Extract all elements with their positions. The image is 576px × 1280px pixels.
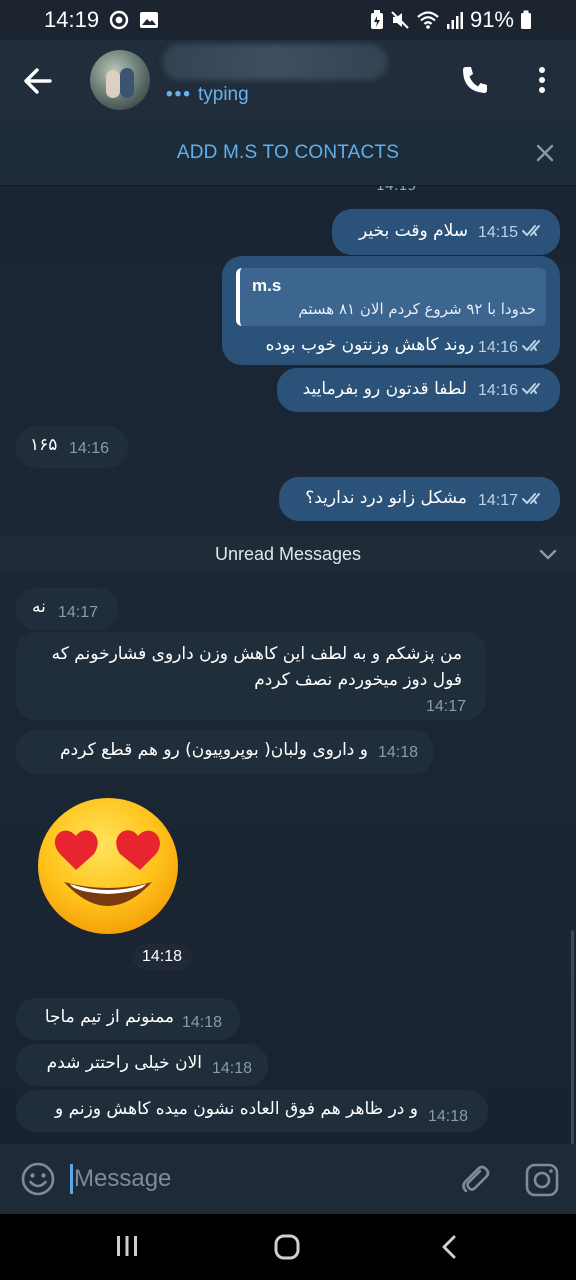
- message-input-bar: [0, 1144, 576, 1214]
- chat-area[interactable]: 14:15 سلام وقت بخیر 14:15 m.s حدودا با ۹…: [0, 186, 576, 1144]
- message-text-line: فول دوز میخوردم نصف کردم: [254, 670, 462, 690]
- incoming-message[interactable]: نه 14:17: [16, 588, 118, 630]
- incoming-message[interactable]: ممنونم از تیم ماجا 14:18: [16, 998, 240, 1040]
- screen-record-icon: [109, 10, 129, 30]
- message-text: روند کاهش وزنتون خوب بوده: [265, 335, 474, 355]
- reply-quote[interactable]: m.s حدودا با ۹۲ شروع کردم الان ۸۱ هستم: [236, 268, 546, 326]
- typing-label: typing: [197, 84, 249, 105]
- message-time: 14:15: [376, 186, 417, 194]
- camera-icon[interactable]: [524, 1162, 560, 1198]
- message-time: 14:16: [478, 339, 519, 356]
- message-time: 14:15: [478, 224, 519, 241]
- message-text-line: من پزشکم و به لطف این کاهش وزن داروی فشا…: [51, 644, 462, 664]
- incoming-message[interactable]: و در ظاهر هم فوق العاده نشون میده کاهش و…: [16, 1090, 488, 1132]
- chevron-down-icon[interactable]: [538, 546, 558, 562]
- attach-icon[interactable]: [458, 1162, 492, 1196]
- double-check-icon: [522, 223, 548, 243]
- status-bar: 14:19 91%: [0, 0, 576, 40]
- chat-header: ••• typing: [0, 40, 576, 120]
- typing-dots: •••: [166, 84, 192, 105]
- outgoing-message[interactable]: لطفا قدتون رو بفرمایید 14:16: [277, 368, 560, 412]
- incoming-message[interactable]: ۱۶۵ 14:16: [16, 426, 128, 468]
- contact-name-blurred[interactable]: [162, 44, 388, 80]
- image-icon: [139, 11, 159, 29]
- more-vert-icon[interactable]: [530, 64, 554, 96]
- system-nav-bar: [0, 1214, 576, 1280]
- text-cursor: [70, 1164, 73, 1194]
- message-time: 14:18: [378, 744, 419, 761]
- back-icon[interactable]: [440, 1234, 458, 1260]
- phone-icon[interactable]: [460, 64, 490, 96]
- message-time: 14:18: [212, 1060, 253, 1077]
- message-text: الان خیلی راحتتر شدم: [46, 1053, 202, 1073]
- message-time: 14:18: [182, 1014, 223, 1031]
- message-time: 14:16: [478, 382, 519, 399]
- reply-author: m.s: [252, 276, 282, 295]
- heart-eyes-emoji-icon[interactable]: [36, 796, 180, 936]
- unread-messages-divider: Unread Messages: [0, 536, 576, 572]
- add-contact-banner: ADD M.S TO CONTACTS: [0, 120, 576, 186]
- message-time: 14:17: [58, 604, 99, 621]
- incoming-message[interactable]: الان خیلی راحتتر شدم 14:18: [16, 1044, 268, 1086]
- message-time: 14:16: [69, 440, 110, 457]
- unread-label: Unread Messages: [214, 543, 362, 564]
- double-check-icon: [522, 491, 548, 511]
- message-time: 14:18: [428, 1108, 469, 1125]
- message-text: و داروی ولبان( بوپروپیون) رو هم قطع کردم: [60, 740, 368, 760]
- back-arrow-icon[interactable]: [22, 66, 54, 96]
- battery-saver-icon: [370, 10, 384, 30]
- battery-percent: 91%: [469, 7, 514, 32]
- mute-icon: [390, 10, 410, 30]
- message-text: نه: [32, 597, 46, 617]
- message-text: سلام وقت بخیر: [359, 221, 468, 241]
- message-text: ممنونم از تیم ماجا: [44, 1007, 174, 1027]
- message-input[interactable]: [74, 1164, 434, 1194]
- outgoing-message[interactable]: سلام وقت بخیر 14:15: [332, 209, 560, 255]
- status-time: 14:19: [44, 7, 100, 32]
- home-icon[interactable]: [273, 1233, 301, 1261]
- message-time: 14:18: [132, 944, 192, 970]
- message-text: ۱۶۵: [30, 435, 58, 455]
- recent-apps-icon[interactable]: [114, 1234, 140, 1258]
- outgoing-message[interactable]: مشکل زانو درد ندارید؟ 14:17: [279, 477, 560, 521]
- battery-icon: [520, 10, 532, 30]
- scrollbar[interactable]: [571, 930, 574, 1144]
- double-check-icon: [522, 338, 548, 358]
- avatar[interactable]: [90, 50, 150, 110]
- add-contact-button[interactable]: ADD M.S TO CONTACTS: [177, 142, 399, 164]
- wifi-icon: [416, 10, 440, 30]
- close-icon[interactable]: [534, 142, 556, 164]
- incoming-message[interactable]: من پزشکم و به لطف این کاهش وزن داروی فشا…: [16, 632, 486, 720]
- message-time: 14:17: [478, 492, 519, 509]
- reply-text: حدودا با ۹۲ شروع کردم الان ۸۱ هستم: [298, 300, 536, 318]
- outgoing-message[interactable]: m.s حدودا با ۹۲ شروع کردم الان ۸۱ هستم ر…: [222, 256, 560, 365]
- message-time: 14:17: [426, 698, 467, 715]
- typing-indicator: ••• typing: [166, 84, 249, 106]
- incoming-message[interactable]: و داروی ولبان( بوپروپیون) رو هم قطع کردم…: [16, 730, 434, 774]
- message-text: و در ظاهر هم فوق العاده نشون میده کاهش و…: [54, 1099, 418, 1119]
- signal-icon: [446, 10, 464, 30]
- message-text: مشکل زانو درد ندارید؟: [305, 488, 467, 508]
- double-check-icon: [522, 381, 548, 401]
- emoji-icon[interactable]: [20, 1161, 56, 1197]
- message-text: لطفا قدتون رو بفرمایید: [302, 379, 467, 399]
